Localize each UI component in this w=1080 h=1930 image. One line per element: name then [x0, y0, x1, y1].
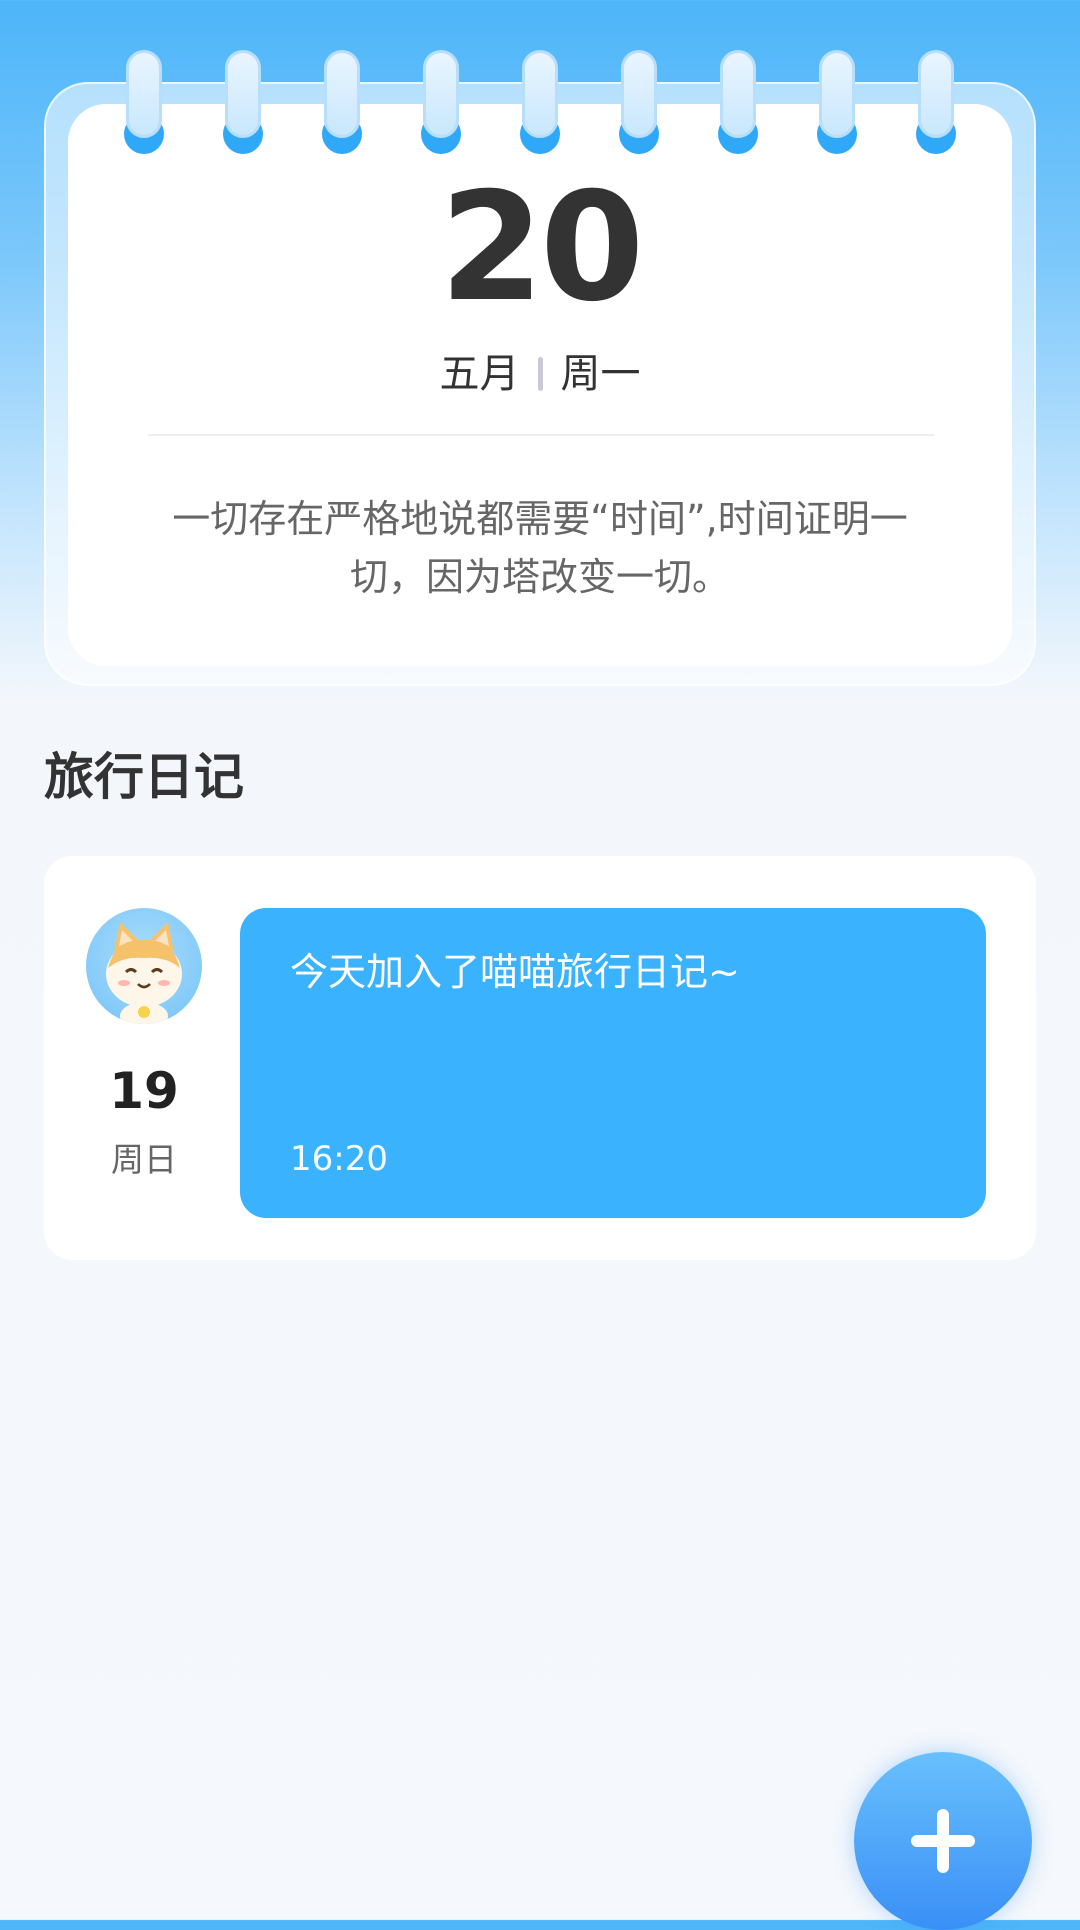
- calendar-day-number: 20: [439, 161, 645, 335]
- divider: [148, 434, 934, 436]
- binder-ring: [718, 50, 758, 154]
- separator: [537, 357, 543, 391]
- diary-message-time: 16:20: [290, 1139, 388, 1179]
- quote-line: 切，因为塔改变一切。: [349, 555, 730, 599]
- binder-ring: [322, 50, 362, 154]
- entry-weekday: 周日: [111, 1140, 177, 1179]
- binder-ring: [619, 50, 659, 154]
- calendar-month-weekday: 五月 周一: [0, 348, 1080, 400]
- calendar-month: 五月: [439, 351, 520, 397]
- binder-ring: [520, 50, 560, 154]
- binder-ring: [421, 50, 461, 154]
- binder-ring: [223, 50, 263, 154]
- binder-ring: [124, 50, 164, 154]
- daily-quote: 一切存在严格地说都需要“时间”,时间证明一 切，因为塔改变一切。: [140, 490, 940, 606]
- section-title: 旅行日记: [44, 748, 244, 806]
- cat-avatar-icon: [86, 908, 202, 1024]
- entry-day-number: 19: [109, 1062, 179, 1120]
- add-diary-button[interactable]: [854, 1752, 1032, 1930]
- binder-ring: [916, 50, 956, 154]
- diary-message-text: 今天加入了喵喵旅行日记~: [290, 950, 740, 994]
- quote-line: 一切存在严格地说都需要“时间”,时间证明一: [172, 497, 908, 541]
- calendar-weekday: 周一: [560, 351, 641, 397]
- binder-ring: [817, 50, 857, 154]
